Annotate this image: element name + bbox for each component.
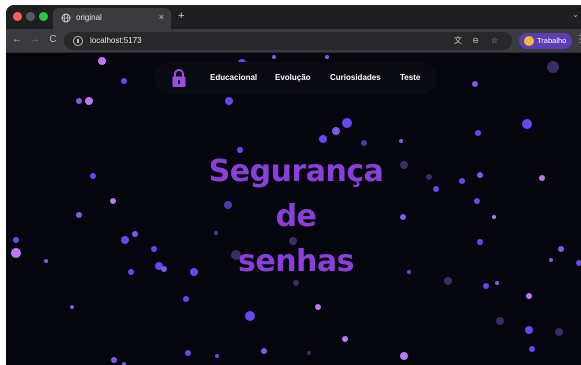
particle-dot	[319, 135, 327, 143]
particle-dot	[11, 248, 21, 258]
hero-title-line: de	[275, 199, 317, 234]
particle-dot	[525, 326, 533, 334]
padlock-icon[interactable]	[171, 68, 187, 88]
address-url[interactable]: localhost:5173	[90, 35, 142, 47]
particle-dot	[90, 173, 96, 179]
page-viewport: Educacional Evolução Curiosidades Teste …	[6, 53, 581, 365]
site-info-icon[interactable]	[73, 36, 83, 46]
window-close-button[interactable]	[13, 12, 22, 21]
browser-window: original × + ⌄ ← → C localhost:5173 文 ⊖ …	[6, 5, 581, 365]
particle-dot	[474, 198, 480, 204]
particle-dot	[444, 277, 452, 285]
particle-dot	[539, 175, 545, 181]
new-tab-button[interactable]: +	[178, 9, 184, 23]
particle-dot	[496, 317, 504, 325]
particle-dot	[111, 357, 117, 363]
particle-dot	[426, 174, 432, 180]
particle-dot	[76, 212, 82, 218]
particle-dot	[522, 119, 532, 129]
particle-dot	[110, 198, 116, 204]
particle-dot	[433, 186, 439, 192]
particle-dot	[98, 57, 106, 65]
particle-dot	[495, 281, 499, 285]
particle-dot	[576, 260, 581, 266]
reload-button[interactable]: C	[47, 34, 59, 46]
particle-dot	[307, 351, 311, 355]
nav-link-evolucao[interactable]: Evolução	[275, 72, 311, 84]
site-navbar: Educacional Evolução Curiosidades Teste	[154, 62, 437, 94]
particle-dot	[128, 269, 134, 275]
bookmark-star-icon[interactable]: ☆	[491, 35, 498, 47]
particle-dot	[44, 259, 48, 263]
particle-dot	[558, 246, 564, 252]
tab-strip: original × + ⌄	[6, 5, 581, 29]
particle-dot	[70, 305, 74, 309]
particle-dot	[477, 172, 483, 178]
particle-dot	[245, 311, 255, 321]
particle-dot	[472, 81, 478, 87]
particle-dot	[400, 352, 408, 360]
particle-dot	[85, 97, 93, 105]
particle-dot	[121, 78, 127, 84]
particle-dot	[475, 130, 481, 136]
hero-title-line: senhas	[237, 244, 355, 279]
particle-dot	[132, 231, 138, 237]
forward-button[interactable]: →	[29, 34, 41, 46]
tab-title: original	[76, 13, 102, 22]
particle-dot	[342, 336, 348, 342]
browser-toolbar: ← → C localhost:5173 文 ⊖ ☆ Trabalho ⋮	[6, 29, 581, 53]
particle-dot	[361, 140, 367, 146]
globe-icon	[61, 13, 71, 23]
particle-dot	[272, 55, 276, 59]
nav-link-curiosidades[interactable]: Curiosidades	[330, 72, 381, 84]
particle-dot	[459, 178, 465, 184]
particle-dot	[492, 215, 496, 219]
particle-dot	[477, 239, 483, 245]
window-maximize-button[interactable]	[39, 12, 48, 21]
particle-dot	[483, 283, 489, 289]
particle-dot	[225, 97, 233, 105]
particle-dot	[529, 346, 535, 352]
particle-dot	[261, 348, 267, 354]
particle-dot	[407, 270, 411, 274]
particle-dot	[332, 127, 340, 135]
browser-tab[interactable]: original ×	[53, 8, 171, 29]
particle-dot	[185, 350, 191, 356]
profile-button[interactable]: Trabalho	[519, 33, 572, 49]
particle-dot	[399, 139, 403, 143]
particle-dot	[121, 236, 129, 244]
hero-title-line: Segurança	[208, 154, 384, 189]
particle-dot	[325, 55, 329, 59]
particle-dot	[215, 354, 219, 358]
particle-dot	[549, 258, 553, 262]
hero-title: Segurança de senhas	[186, 149, 406, 284]
translate-icon[interactable]: 文	[454, 35, 462, 47]
particle-dot	[161, 266, 167, 272]
particle-dot	[342, 118, 352, 128]
nav-link-teste[interactable]: Teste	[400, 72, 420, 84]
avatar	[524, 36, 534, 46]
window-minimize-button[interactable]	[26, 12, 35, 21]
profile-name: Trabalho	[537, 36, 567, 45]
browser-menu-icon[interactable]: ⋮	[575, 34, 581, 46]
particle-dot	[183, 296, 189, 302]
zoom-icon[interactable]: ⊖	[472, 35, 479, 47]
particle-dot	[13, 237, 19, 243]
particle-dot	[555, 328, 563, 336]
particle-dot	[76, 98, 82, 104]
particle-dot	[526, 293, 532, 299]
particle-dot	[151, 246, 157, 252]
address-bar[interactable]: localhost:5173 文 ⊖ ☆	[64, 32, 512, 50]
nav-link-educacional[interactable]: Educacional	[210, 72, 257, 84]
back-button[interactable]: ←	[11, 34, 23, 46]
tab-close-icon[interactable]: ×	[159, 11, 164, 23]
particle-dot	[547, 61, 559, 73]
tab-search-icon[interactable]: ⌄	[572, 10, 579, 19]
particle-dot	[315, 304, 321, 310]
